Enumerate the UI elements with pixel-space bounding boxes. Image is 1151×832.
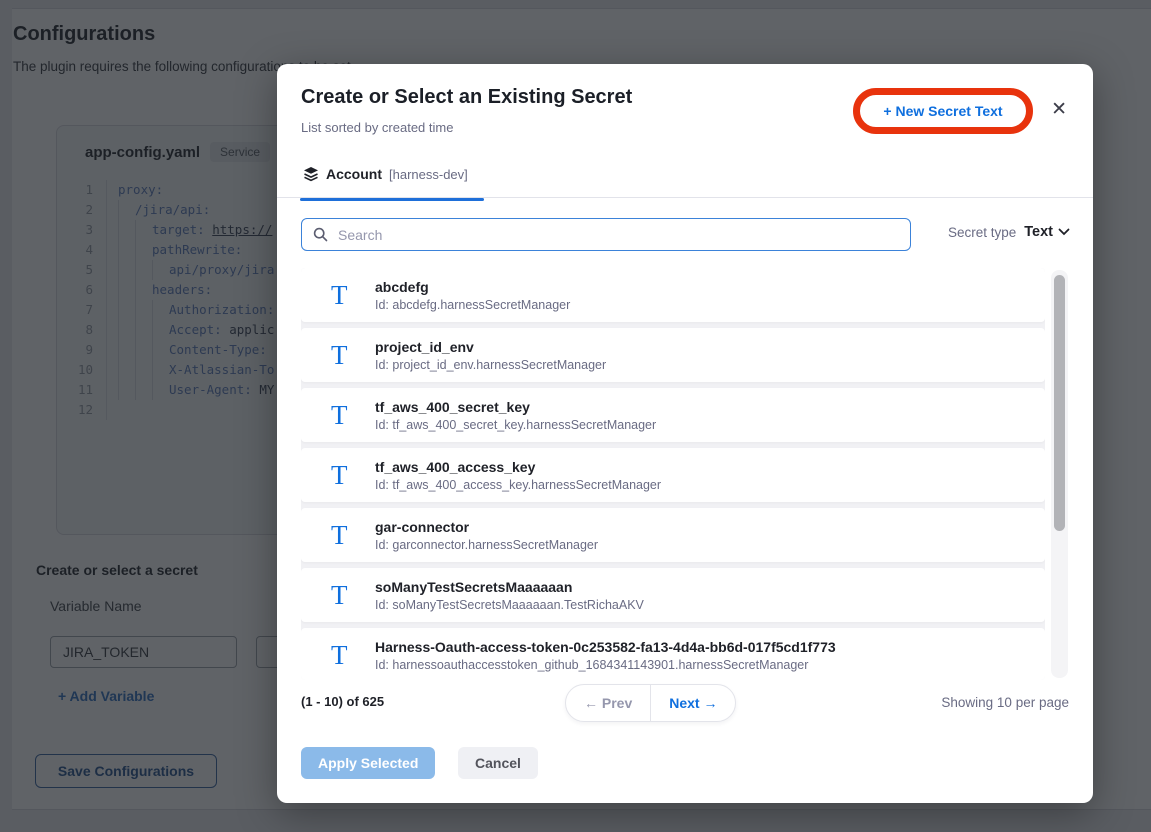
secret-name: project_id_env [375,339,606,355]
layers-icon [303,166,319,182]
next-button[interactable]: Next → [651,685,735,721]
text-secret-icon: T [331,282,375,309]
secret-id: Id: project_id_env.harnessSecretManager [375,358,606,372]
text-secret-icon: T [331,342,375,369]
new-secret-text-button[interactable]: + New Secret Text [883,103,1002,119]
secret-name: Harness-Oauth-access-token-0c253582-fa13… [375,639,836,655]
secret-list-item[interactable]: Ttf_aws_400_access_key Id: tf_aws_400_acc… [301,448,1045,502]
secret-id: Id: tf_aws_400_secret_key.harnessSecretM… [375,418,656,432]
secret-list-item[interactable]: Tabcdefg Id: abcdefg.harnessSecretManager [301,268,1045,322]
text-secret-icon: T [331,522,375,549]
modal-title: Create or Select an Existing Secret [301,86,632,109]
secret-name: soManyTestSecretsMaaaaaan [375,579,644,595]
secret-list-item[interactable]: Tgar-connector Id: garconnector.harnessSe… [301,508,1045,562]
secret-id: Id: harnessoauthaccesstoken_github_16843… [375,658,836,672]
per-page-label: Showing 10 per page [941,695,1069,710]
active-tab-underline [300,198,484,201]
close-icon[interactable]: ✕ [1051,100,1067,119]
secret-type-label: Secret type [948,225,1016,240]
tab-account[interactable]: Account [harness-dev] [303,166,468,182]
secret-id: Id: abcdefg.harnessSecretManager [375,298,570,312]
cancel-button[interactable]: Cancel [458,747,538,779]
screen: Configurations The plugin requires the f… [0,0,1151,832]
pagination-range: (1 - 10) of 625 [301,694,384,709]
apply-selected-button[interactable]: Apply Selected [301,747,435,779]
text-secret-icon: T [331,642,375,669]
text-secret-icon: T [331,462,375,489]
secret-name: tf_aws_400_secret_key [375,399,656,415]
secret-list-item[interactable]: TsoManyTestSecretsMaaaaaan Id: soManyTest… [301,568,1045,622]
prev-button[interactable]: ← Prev [566,685,650,721]
scrollbar-thumb[interactable] [1054,275,1065,531]
secret-type-dropdown[interactable]: Text [1024,224,1070,240]
secret-id: Id: garconnector.harnessSecretManager [375,538,598,552]
secret-picker-modal: Create or Select an Existing Secret List… [277,64,1093,803]
secret-list-item[interactable]: THarness-Oauth-access-token-0c253582-fa1… [301,628,1045,680]
text-secret-icon: T [331,582,375,609]
secret-name: abcdefg [375,279,570,295]
secret-name: gar-connector [375,519,598,535]
secret-list-item[interactable]: Tproject_id_env Id: project_id_env.harnes… [301,328,1045,382]
search-box[interactable] [301,218,911,251]
tab-account-scope: [harness-dev] [389,167,468,182]
secret-type-value: Text [1024,224,1053,240]
modal-subtitle: List sorted by created time [301,120,453,135]
red-highlight-annotation: + New Secret Text [853,88,1033,134]
chevron-down-icon [1058,228,1070,236]
search-icon [313,227,328,242]
tab-bar: Account [harness-dev] [277,160,1093,198]
secret-type-filter: Secret type Text [948,224,1070,240]
pager: ← Prev Next → [565,684,736,722]
tab-account-label: Account [326,166,382,182]
secret-list-item[interactable]: Ttf_aws_400_secret_key Id: tf_aws_400_sec… [301,388,1045,442]
secret-id: Id: soManyTestSecretsMaaaaaan.TestRichaA… [375,598,644,612]
list-scrollbar[interactable] [1051,270,1068,678]
secret-name: tf_aws_400_access_key [375,459,661,475]
secret-id: Id: tf_aws_400_access_key.harnessSecretM… [375,478,661,492]
text-secret-icon: T [331,402,375,429]
search-input[interactable] [336,226,910,244]
secret-list[interactable]: Tabcdefg Id: abcdefg.harnessSecretManager… [301,268,1045,680]
